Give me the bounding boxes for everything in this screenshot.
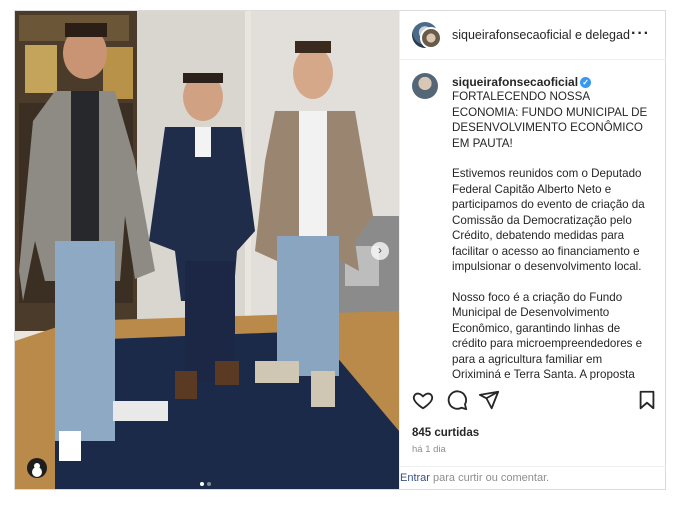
post-timestamp[interactable]: há 1 dia	[412, 444, 446, 455]
caption-paragraph: FORTALECENDO NOSSA ECONOMIA: FUNDO MUNIC…	[452, 90, 648, 150]
comment-prompt-text: para curtir ou comentar.	[429, 472, 550, 484]
photo-scene	[15, 11, 399, 489]
comment-bar: Entrar para curtir ou comentar.	[400, 466, 666, 491]
post-side-panel: siqueirafonsecaoficial e delegadofo ··· …	[399, 11, 666, 489]
action-bar	[400, 389, 666, 419]
caption-paragraph: Estivemos reunidos com o Deputado Federa…	[452, 167, 645, 273]
comment-icon[interactable]	[446, 389, 468, 411]
caption-area: siqueirafonsecaoficial ✓ FORTALECENDO NOS…	[400, 60, 666, 380]
caption-paragraph: Nosso foco é a criação do Fundo Municipa…	[452, 290, 643, 381]
carousel-indicator	[200, 473, 214, 489]
carousel-dot	[207, 482, 211, 486]
send-icon[interactable]	[478, 389, 500, 411]
person-tag-icon[interactable]	[27, 458, 47, 478]
post-author-names[interactable]: siqueirafonsecaoficial e delegadofo	[452, 28, 630, 42]
login-link[interactable]: Entrar	[400, 472, 430, 484]
caption-text: FORTALECENDO NOSSA ECONOMIA: FUNDO MUNIC…	[452, 89, 652, 380]
more-icon[interactable]: ···	[631, 25, 650, 43]
next-photo-button[interactable]: ›	[371, 242, 389, 260]
heart-icon[interactable]	[412, 389, 434, 411]
bookmark-icon[interactable]	[636, 389, 658, 411]
verified-icon: ✓	[580, 77, 592, 89]
chevron-right-icon: ›	[378, 243, 382, 257]
comment-prompt: Entrar para curtir ou comentar.	[400, 472, 549, 484]
caption-avatar[interactable]	[412, 73, 438, 99]
post-photo[interactable]: ›	[15, 11, 399, 489]
like-count[interactable]: 845 curtidas	[412, 427, 479, 439]
avatar-secondary[interactable]	[420, 27, 442, 49]
instagram-post: › siqueirafonsecaoficial e delegadofo ··…	[14, 10, 666, 490]
caption-username[interactable]: siqueirafonsecaoficial	[452, 75, 578, 89]
caption-username-row: siqueirafonsecaoficial ✓	[452, 75, 592, 89]
carousel-dot-active	[200, 482, 204, 486]
post-header: siqueirafonsecaoficial e delegadofo ···	[400, 11, 666, 60]
